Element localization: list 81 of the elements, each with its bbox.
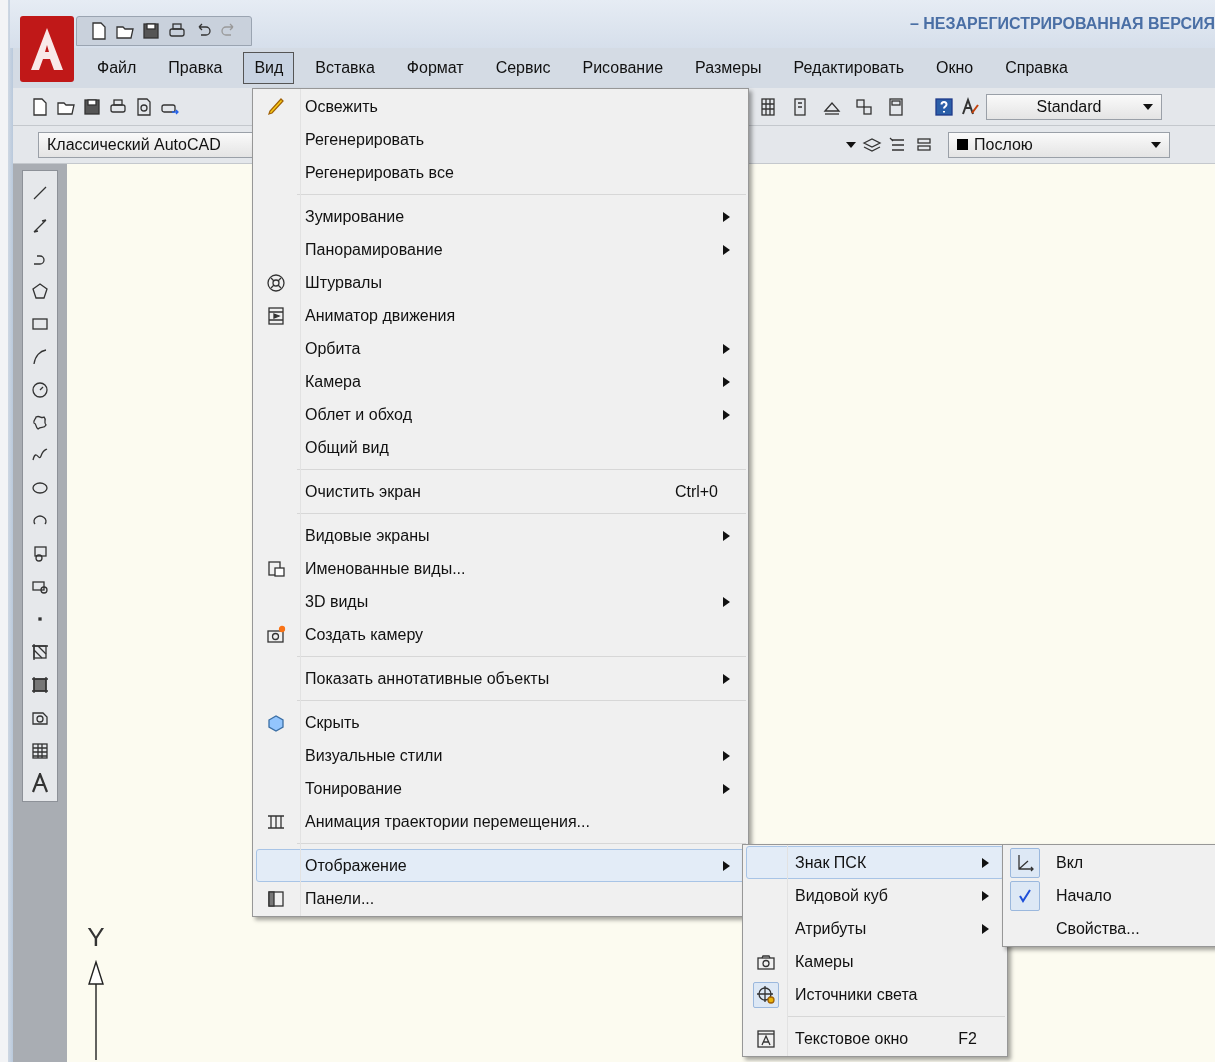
menu-item-label: Аниматор движения — [305, 305, 456, 326]
menu-bar-item[interactable]: Размеры — [684, 52, 773, 84]
menu-item-label: Видовой куб — [795, 885, 888, 906]
menu-bar-item[interactable]: Окно — [925, 52, 985, 84]
menu-bar-item[interactable]: Вставка — [304, 52, 386, 84]
axis-label: Y — [87, 924, 105, 950]
menu-item-label: Атрибуты — [795, 918, 867, 939]
menu-item[interactable]: Видовой куб — [746, 879, 1004, 912]
menu-bar-item[interactable]: Формат — [395, 52, 475, 84]
menu-bar-item[interactable]: Рисование — [571, 52, 675, 84]
menu-item[interactable]: Регенерировать — [256, 123, 745, 156]
menu-item[interactable]: Панорамирование — [256, 233, 745, 266]
menu-item-label: Панорамирование — [305, 239, 443, 260]
menu-item[interactable]: Регенерировать все — [256, 156, 745, 189]
menu-item[interactable]: Атрибуты — [746, 912, 1004, 945]
menu-item[interactable]: Видовые экраны — [256, 519, 745, 552]
menu-item[interactable]: Аниматор движения — [256, 299, 745, 332]
menu-item-label: Знак ПСК — [795, 852, 867, 873]
menu-item-label: Показать аннотативные объекты — [305, 668, 550, 689]
menu-item[interactable]: Именованные виды... — [256, 552, 745, 585]
menu-item[interactable]: Визуальные стили — [256, 739, 745, 772]
menu-item[interactable]: Показать аннотативные объекты — [256, 662, 745, 695]
menu-item[interactable]: 3D виды — [256, 585, 745, 618]
menu-item[interactable]: Вкл — [1006, 846, 1215, 879]
menu-item-label: Визуальные стили — [305, 745, 443, 766]
menu-item-label: Создать камеру — [305, 624, 424, 645]
menu-bar-item[interactable]: Файл — [86, 52, 148, 84]
menu-item[interactable]: Источники света — [746, 978, 1004, 1011]
menu-item[interactable]: Освежить — [256, 90, 745, 123]
menu-item-label: Камеры — [795, 951, 854, 972]
menu-item-label: 3D виды — [305, 591, 369, 612]
menu-bar-item[interactable]: Правка — [157, 52, 234, 84]
menu-item-label: Регенерировать все — [305, 162, 454, 183]
menu-item-label: Очистить экран — [305, 481, 421, 502]
menu-item-label: Освежить — [305, 96, 378, 117]
menu-item-label: Свойства... — [1056, 918, 1140, 939]
menu-item[interactable]: Камеры — [746, 945, 1004, 978]
menu-item[interactable]: Очистить экран Ctrl+0 — [256, 475, 745, 508]
menu-item-label: Текстовое окно — [795, 1028, 909, 1049]
menu-item[interactable]: Начало — [1006, 879, 1215, 912]
menu-item[interactable]: Облет и обход — [256, 398, 745, 431]
shortcut-label: F2 — [958, 1028, 977, 1049]
menu-item-label: Штурвалы — [305, 272, 382, 293]
menu-item[interactable]: Свойства... — [1006, 912, 1215, 945]
menu-item-label: Анимация траектории перемещения... — [305, 811, 590, 832]
menu-item-label: Источники света — [795, 984, 918, 1005]
menu-item-label: Вкл — [1056, 852, 1084, 873]
menu-item-label: Облет и обход — [305, 404, 412, 425]
menu-item-label: Начало — [1056, 885, 1112, 906]
menu-item[interactable]: Скрыть — [256, 706, 745, 739]
menu-item[interactable]: Создать камеру — [256, 618, 745, 651]
menu-item-label: Видовые экраны — [305, 525, 430, 546]
menu-item-label: Общий вид — [305, 437, 389, 458]
menu-item-label: Орбита — [305, 338, 361, 359]
menu-item-label: Камера — [305, 371, 361, 392]
menu-item-label: Тонирование — [305, 778, 402, 799]
menu-item[interactable]: Штурвалы — [256, 266, 745, 299]
menu-item[interactable]: Камера — [256, 365, 745, 398]
menu-item[interactable]: Орбита — [256, 332, 745, 365]
menu-item[interactable]: Тонирование — [256, 772, 745, 805]
menu-item-label: Панели... — [305, 888, 375, 909]
menu-item[interactable]: Общий вид — [256, 431, 745, 464]
window-title: – НЕЗАРЕГИСТРИРОВАННАЯ ВЕРСИЯ — [909, 14, 1215, 34]
menu-bar-item[interactable]: Сервис — [484, 52, 562, 84]
menu-item[interactable]: Знак ПСК — [746, 846, 1004, 879]
menu-item[interactable]: Зумирование — [256, 200, 745, 233]
text-style-dropdown[interactable]: Standard — [986, 93, 1162, 120]
menu-bar-item[interactable]: Вид — [243, 52, 295, 84]
menu-item-label: Регенерировать — [305, 129, 425, 150]
menu-item[interactable]: Панели... — [256, 882, 745, 915]
menu-item-label: Именованные виды... — [305, 558, 466, 579]
menu-item-label: Скрыть — [305, 712, 360, 733]
menu-item-label: Зумирование — [305, 206, 405, 227]
shortcut-label: Ctrl+0 — [674, 481, 718, 502]
menu-item[interactable]: Отображение — [256, 849, 745, 882]
menu-item[interactable]: Текстовое окно F2 — [746, 1022, 1004, 1055]
color-dropdown[interactable]: Послою — [948, 131, 1170, 158]
menu-bar-item[interactable]: Справка — [994, 52, 1079, 84]
menu-item[interactable]: Анимация траектории перемещения... — [256, 805, 745, 838]
menu-bar-item[interactable]: Редактировать — [782, 52, 916, 84]
menu-item-label: Отображение — [305, 855, 407, 876]
